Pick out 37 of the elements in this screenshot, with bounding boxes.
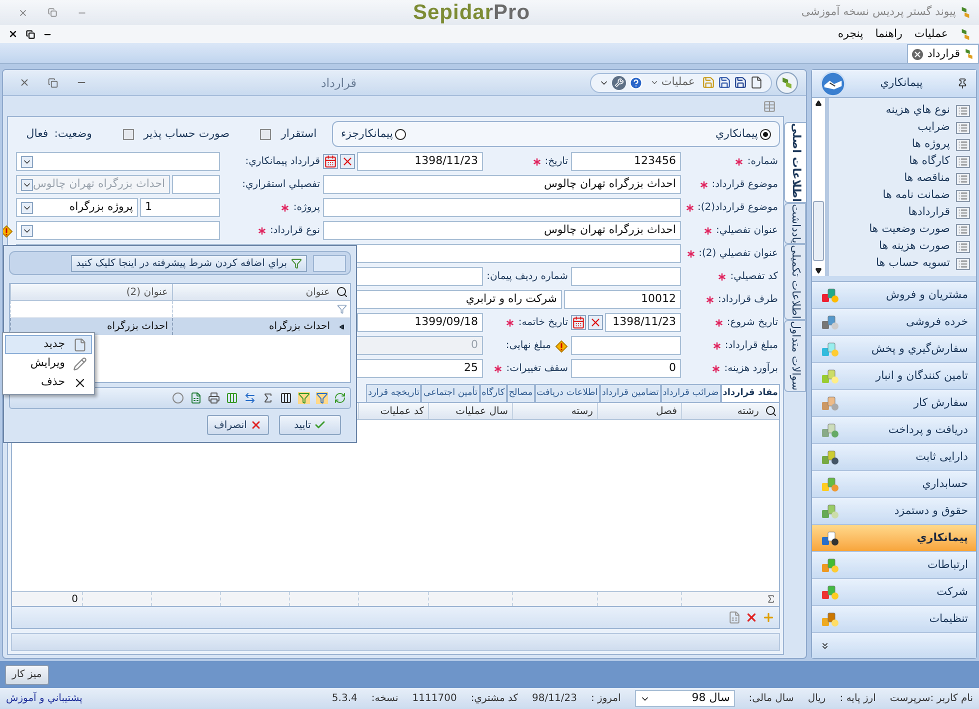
field-label: مبلغ نهایی: <box>506 339 551 353</box>
app-title: پیوند گستر پردیس نسخه آموزشی <box>800 4 956 20</box>
fiscal-year-label: سال مالی: <box>748 692 794 706</box>
field-label: سقف تغییرات: <box>506 362 568 376</box>
field-label: تاریخ: <box>544 155 568 169</box>
field-label: قرارداد پیمانکاري: <box>245 155 320 169</box>
customer-code-label: کد مشتري: <box>470 692 518 706</box>
status-label: وضعیت: <box>54 126 92 142</box>
customer-code-value: 1111700 <box>412 692 457 706</box>
field-label: موضوع قرارداد: <box>712 178 778 192</box>
field-label: تفصیلي استقراري: <box>242 178 320 192</box>
version-value: 5.3.4 <box>332 692 358 706</box>
version-label: نسخه: <box>371 692 398 706</box>
total-value: 0 <box>72 592 78 606</box>
field-label: طرف قرارداد: <box>718 293 778 307</box>
window-title: قرارداد <box>320 74 356 92</box>
field-label: عنوان تفصیلي (2): <box>698 247 778 261</box>
panel-title: پیمانکاري <box>879 75 924 92</box>
table-cell: احداث بزرگراه <box>106 319 168 334</box>
user-name: نام کاربر :سرپرست <box>890 692 973 706</box>
field-label: نوع قرارداد: <box>270 224 320 238</box>
field-label: تاریخ شروع: <box>726 316 778 330</box>
field-label: کد تفصیلي: <box>730 270 778 284</box>
today-value: 98/11/23 <box>532 692 577 706</box>
currency-label: ارز پایه : <box>840 692 876 706</box>
field-label: برآورد هزینه: <box>724 361 778 376</box>
field-label: شماره: <box>747 155 778 169</box>
today-label: امروز : <box>590 692 621 706</box>
currency-value: ریال <box>808 692 826 706</box>
field-label: پروژه: <box>293 201 320 215</box>
field-label: موضوع قرارداد(2): <box>698 201 778 215</box>
table-cell: احداث بزرگراه <box>268 319 330 334</box>
field-label: عنوان تفصیلي: <box>716 224 778 238</box>
field-label: مبلغ قرارداد: <box>724 339 778 353</box>
status-value: فعال <box>26 126 48 142</box>
field-label: شماره رديف پيمان: <box>486 270 568 284</box>
field-label: تاریخ خاتمه: <box>518 316 568 330</box>
